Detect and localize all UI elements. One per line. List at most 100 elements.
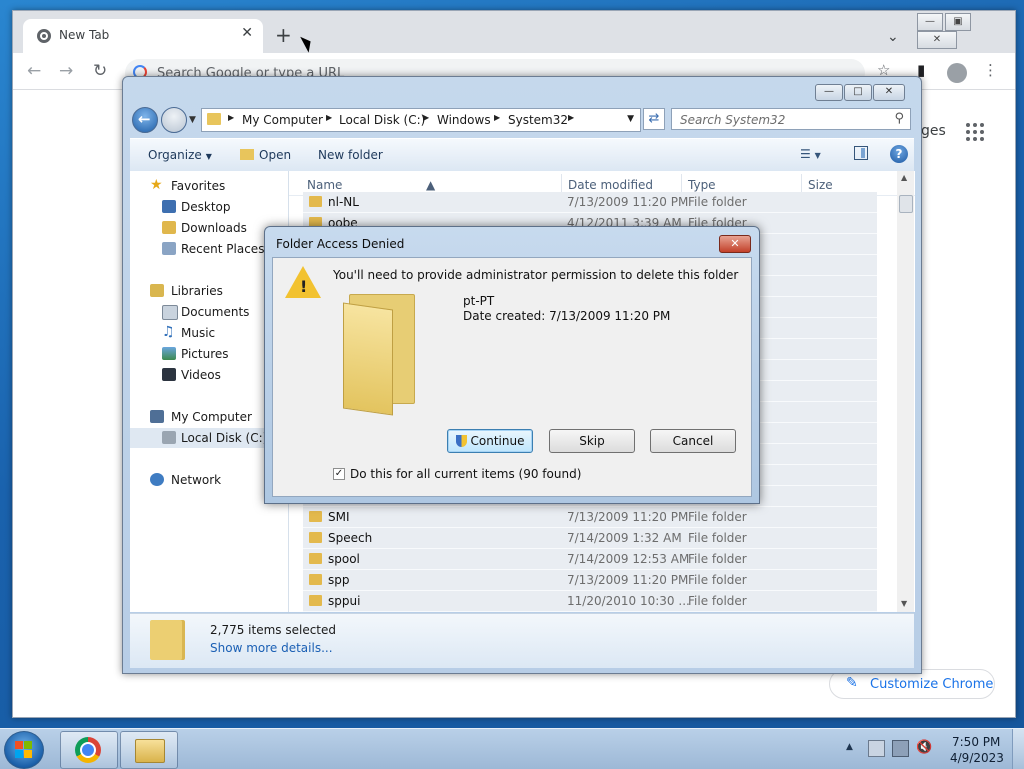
images-link[interactable]: ges	[921, 123, 946, 139]
search-placeholder: Search System32	[680, 113, 786, 127]
profile-avatar-icon[interactable]	[947, 63, 967, 83]
new-folder-button[interactable]: New folder	[318, 148, 383, 162]
maximize-button[interactable]: ▣	[945, 13, 971, 31]
action-center-icon[interactable]	[868, 740, 885, 757]
google-apps-icon[interactable]	[966, 123, 984, 141]
downloads-icon	[162, 221, 176, 234]
dialog-body: ! You'll need to provide administrator p…	[272, 257, 752, 497]
close-window-button[interactable]: ✕	[917, 31, 957, 49]
refresh-icon[interactable]: ⇄	[643, 108, 665, 130]
close-tab-icon[interactable]: ✕	[241, 25, 253, 41]
drive-icon	[162, 431, 176, 444]
new-tab-button[interactable]: +	[275, 23, 292, 47]
address-bar[interactable]: ▶ My Computer ▶ Local Disk (C:) ▶ Window…	[201, 108, 641, 132]
show-more-details-link[interactable]: Show more details...	[210, 641, 333, 655]
breadcrumb-arrow-icon[interactable]: ▶	[326, 113, 332, 122]
nav-favorites[interactable]: ★ Favorites	[130, 176, 288, 196]
skip-button[interactable]: Skip	[549, 429, 635, 453]
cancel-button[interactable]: Cancel	[650, 429, 736, 453]
command-bar: Organize ▼ Open New folder ☰ ▼ ?	[130, 138, 914, 172]
column-date-modified[interactable]: Date modified	[568, 178, 653, 192]
details-pane: 2,775 items selected Show more details..…	[130, 613, 914, 668]
explorer-close-button[interactable]: ✕	[873, 84, 905, 101]
continue-button[interactable]: Continue	[447, 429, 533, 453]
breadcrumb-windows[interactable]: Windows	[437, 113, 491, 127]
show-hidden-icons-icon[interactable]: ▲	[846, 742, 853, 752]
explorer-minimize-button[interactable]: —	[815, 84, 843, 101]
explorer-back-button[interactable]	[132, 107, 158, 133]
help-icon[interactable]: ?	[890, 145, 908, 163]
minimize-button[interactable]: —	[917, 13, 943, 31]
tab-search-chevron-icon[interactable]: ⌄	[887, 29, 899, 45]
chrome-tab-new-tab[interactable]: New Tab ✕	[23, 19, 263, 53]
search-input[interactable]: Search System32 ⚲	[671, 108, 911, 130]
computer-icon	[150, 410, 164, 423]
column-size[interactable]: Size	[808, 178, 833, 192]
recent-pages-dropdown-icon[interactable]: ▼	[189, 115, 196, 125]
scroll-thumb[interactable]	[899, 195, 913, 213]
pictures-icon	[162, 347, 176, 360]
breadcrumb-arrow-icon[interactable]: ▶	[423, 113, 429, 122]
desktop-icon	[162, 200, 176, 213]
scroll-up-icon[interactable]: ▲	[901, 173, 907, 182]
apply-to-all-label[interactable]: Do this for all current items (90 found)	[350, 467, 581, 481]
taskbar-explorer-button[interactable]	[120, 731, 178, 769]
folder-icon	[309, 553, 322, 564]
chrome-menu-icon[interactable]: ⋮	[983, 61, 998, 79]
customize-chrome-label: Customize Chrome	[870, 677, 994, 692]
open-folder-icon	[240, 149, 254, 160]
chrome-icon	[75, 737, 101, 763]
file-row[interactable]: spp 7/13/2009 11:20 PM File folder	[303, 570, 877, 591]
start-button[interactable]	[4, 731, 44, 769]
dialog-close-button[interactable]: ✕	[719, 235, 751, 253]
taskbar: ▲ 🔇 7:50 PM 4/9/2023	[0, 728, 1024, 769]
explorer-maximize-button[interactable]: □	[844, 84, 872, 101]
nav-desktop[interactable]: Desktop	[130, 197, 288, 217]
address-dropdown-icon[interactable]: ▼	[627, 114, 634, 124]
folder-icon	[309, 574, 322, 585]
search-icon[interactable]: ⚲	[894, 111, 904, 126]
recent-places-icon	[162, 242, 176, 255]
network-tray-icon[interactable]	[892, 740, 909, 757]
organize-button[interactable]: Organize ▼	[148, 148, 212, 162]
breadcrumb-arrow-icon[interactable]: ▶	[228, 113, 234, 122]
music-icon: ♫	[162, 324, 175, 340]
taskbar-chrome-button[interactable]	[60, 731, 118, 769]
clock-time[interactable]: 7:50 PM	[952, 735, 1000, 749]
change-view-icon[interactable]: ☰ ▼	[800, 147, 821, 161]
folder-icon	[309, 511, 322, 522]
documents-icon	[162, 305, 178, 320]
open-button[interactable]: Open	[240, 148, 291, 162]
large-folder-icon	[343, 294, 415, 416]
volume-muted-icon[interactable]: 🔇	[916, 740, 932, 755]
explorer-icon	[135, 739, 165, 763]
folder-icon	[309, 595, 322, 606]
show-desktop-button[interactable]	[1012, 729, 1024, 769]
column-name[interactable]: Name	[307, 178, 342, 192]
item-name: pt-PT	[463, 294, 495, 308]
forward-arrow-icon[interactable]: →	[59, 61, 73, 81]
breadcrumb-local-disk[interactable]: Local Disk (C:)	[339, 113, 425, 127]
breadcrumb-arrow-icon[interactable]: ▶	[494, 113, 500, 122]
file-row[interactable]: Speech 7/14/2009 1:32 AM File folder	[303, 528, 877, 549]
vertical-scrollbar[interactable]: ▲ ▼	[897, 171, 914, 612]
breadcrumb-my-computer[interactable]: My Computer	[242, 113, 323, 127]
scroll-down-icon[interactable]: ▼	[901, 599, 907, 608]
file-row[interactable]: nl-NL 7/13/2009 11:20 PM File folder	[303, 192, 877, 213]
reload-icon[interactable]: ↻	[93, 61, 107, 81]
clock-date[interactable]: 4/9/2023	[950, 751, 1004, 765]
selection-folder-icon	[150, 620, 182, 660]
sort-ascending-icon: ▲	[426, 178, 436, 192]
file-row[interactable]: sppui 11/20/2010 10:30 ... File folder	[303, 591, 877, 612]
apply-to-all-checkbox[interactable]: ✓	[333, 468, 345, 480]
column-type[interactable]: Type	[688, 178, 716, 192]
explorer-forward-button[interactable]	[161, 107, 187, 133]
back-arrow-icon[interactable]: ←	[27, 61, 41, 81]
warning-exclamation: !	[300, 277, 308, 296]
file-row[interactable]: spool 7/14/2009 12:53 AM File folder	[303, 549, 877, 570]
breadcrumb-arrow-icon[interactable]: ▶	[568, 113, 574, 122]
network-icon	[150, 473, 164, 486]
preview-pane-icon[interactable]	[854, 146, 868, 160]
breadcrumb-system32[interactable]: System32	[508, 113, 568, 127]
file-row[interactable]: SMI 7/13/2009 11:20 PM File folder	[303, 507, 877, 528]
